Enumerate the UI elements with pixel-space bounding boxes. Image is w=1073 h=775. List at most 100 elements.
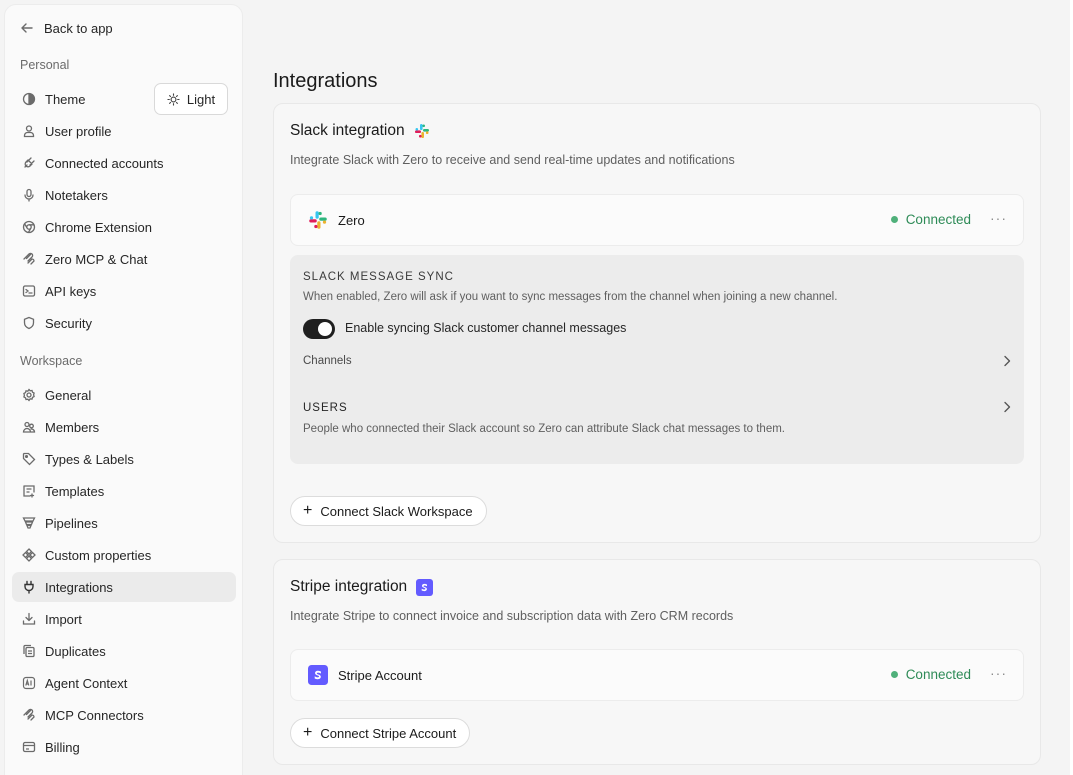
slack-sync-toggle[interactable] bbox=[303, 319, 335, 339]
slack-sync-title: SLACK MESSAGE SYNC bbox=[303, 271, 454, 283]
sidebar-item-label: Types & Labels bbox=[45, 451, 134, 467]
sidebar-item-general[interactable]: General bbox=[12, 380, 236, 410]
users-chevron-right-icon[interactable] bbox=[1002, 401, 1012, 416]
slack-logo-icon bbox=[414, 123, 430, 139]
sidebar-item-label: Billing bbox=[45, 739, 80, 755]
stripe-card-title-text: Stripe integration bbox=[290, 578, 408, 595]
sidebar-item-zero-mcp-chat[interactable]: Zero MCP & Chat bbox=[12, 244, 236, 274]
sidebar-item-api-keys[interactable]: API keys bbox=[12, 276, 236, 306]
channels-row-label: Channels bbox=[303, 355, 352, 367]
sun-icon bbox=[167, 92, 180, 106]
sidebar-item-notetakers[interactable]: Notetakers bbox=[12, 180, 236, 210]
mcp-icon bbox=[21, 252, 36, 267]
connect-stripe-account-button[interactable]: + Connect Stripe Account bbox=[290, 718, 471, 748]
sidebar-item-user-profile[interactable]: User profile bbox=[12, 116, 236, 146]
gear-icon bbox=[21, 388, 36, 403]
sidebar-item-label: API keys bbox=[45, 283, 97, 299]
slack-more-options-icon[interactable]: ··· bbox=[990, 210, 1007, 226]
slack-card-title: Slack integration bbox=[290, 122, 430, 140]
channels-chevron-right-icon[interactable] bbox=[1002, 355, 1012, 370]
sidebar-item-label: Integrations bbox=[45, 579, 113, 595]
status-dot-icon bbox=[890, 216, 898, 223]
plus-icon: + bbox=[303, 502, 313, 519]
billing-icon bbox=[21, 740, 36, 755]
funnel-icon bbox=[21, 516, 36, 531]
sidebar-item-label: Connected accounts bbox=[45, 155, 164, 171]
sidebar-item-label: Duplicates bbox=[45, 643, 106, 659]
stripe-logo-icon bbox=[308, 665, 328, 685]
stripe-status-badge: Connected bbox=[890, 667, 971, 682]
sidebar-item-label: Pipelines bbox=[45, 515, 98, 531]
sidebar-item-custom-properties[interactable]: Custom properties bbox=[12, 540, 236, 570]
sidebar-item-types-labels[interactable]: Types & Labels bbox=[12, 444, 236, 474]
sidebar-item-agent-context[interactable]: Agent Context bbox=[12, 668, 236, 698]
stripe-more-options-icon[interactable]: ··· bbox=[990, 665, 1007, 681]
shield-icon bbox=[21, 316, 36, 331]
mcp-icon bbox=[21, 708, 36, 723]
tag-icon bbox=[21, 452, 36, 467]
copy-icon bbox=[21, 644, 36, 659]
sidebar-item-templates[interactable]: Templates bbox=[12, 476, 236, 506]
stripe-status-text: Connected bbox=[905, 667, 971, 682]
status-dot-icon bbox=[890, 671, 898, 678]
plug-icon bbox=[21, 156, 36, 171]
users-section-description: People who connected their Slack account… bbox=[303, 423, 785, 435]
slack-card-title-text: Slack integration bbox=[290, 122, 405, 139]
page-title: Integrations bbox=[273, 70, 378, 92]
sidebar-item-label: MCP Connectors bbox=[45, 707, 144, 723]
connect-slack-workspace-button[interactable]: + Connect Slack Workspace bbox=[290, 496, 487, 526]
sidebar-item-label: Agent Context bbox=[45, 675, 128, 691]
sidebar-item-label: General bbox=[45, 387, 92, 403]
sidebar-item-mcp-connectors[interactable]: MCP Connectors bbox=[12, 700, 236, 730]
slack-sync-toggle-label: Enable syncing Slack customer channel me… bbox=[345, 321, 627, 335]
sidebar-item-label: Import bbox=[45, 611, 82, 627]
slack-card-description: Integrate Slack with Zero to receive and… bbox=[290, 153, 735, 167]
slack-account-row: Zero Connected ··· bbox=[290, 194, 1024, 246]
sidebar-item-billing[interactable]: Billing bbox=[12, 732, 236, 762]
sidebar-item-label: Custom properties bbox=[45, 547, 152, 563]
stripe-account-name: Stripe Account bbox=[338, 667, 422, 683]
sidebar-item-duplicates[interactable]: Duplicates bbox=[12, 636, 236, 666]
workspace-section-label: Workspace bbox=[20, 354, 83, 368]
sidebar-item-label: Zero MCP & Chat bbox=[45, 251, 148, 267]
user-icon bbox=[21, 124, 36, 139]
slack-sync-description: When enabled, Zero will ask if you want … bbox=[303, 291, 838, 303]
microphone-icon bbox=[21, 188, 36, 203]
template-icon bbox=[21, 484, 36, 499]
theme-select-button[interactable]: Light bbox=[154, 83, 228, 115]
sidebar-item-label: Templates bbox=[45, 483, 105, 499]
stripe-card-title: Stripe integration bbox=[290, 578, 434, 596]
slack-status-badge: Connected bbox=[890, 212, 971, 227]
connect-slack-workspace-label: Connect Slack Workspace bbox=[320, 503, 473, 519]
users-section-title: USERS bbox=[303, 402, 348, 414]
sidebar-item-chrome-extension[interactable]: Chrome Extension bbox=[12, 212, 236, 242]
sidebar-item-integrations[interactable]: Integrations bbox=[12, 572, 236, 602]
sidebar-item-label: Theme bbox=[45, 91, 86, 107]
plus-icon: + bbox=[303, 724, 313, 741]
slack-logo-icon bbox=[308, 210, 328, 230]
sidebar-item-label: Notetakers bbox=[45, 187, 108, 203]
sidebar-item-pipelines[interactable]: Pipelines bbox=[12, 508, 236, 538]
stripe-card-description: Integrate Stripe to connect invoice and … bbox=[290, 609, 734, 623]
theme-icon bbox=[21, 92, 36, 107]
stripe-logo-icon bbox=[416, 578, 434, 596]
sidebar-item-security[interactable]: Security bbox=[12, 308, 236, 338]
members-icon bbox=[21, 420, 36, 435]
back-to-app-label: Back to app bbox=[44, 20, 113, 36]
sidebar-item-connected-accounts[interactable]: Connected accounts bbox=[12, 148, 236, 178]
back-to-app-link[interactable]: Back to app bbox=[20, 18, 113, 38]
slack-message-sync-panel: SLACK MESSAGE SYNC When enabled, Zero wi… bbox=[290, 255, 1024, 464]
slack-account-name: Zero bbox=[338, 212, 365, 228]
terminal-icon bbox=[21, 284, 36, 299]
sidebar-item-import[interactable]: Import bbox=[12, 604, 236, 634]
slack-integration-card: Slack integration Integrate Slack with Z… bbox=[273, 103, 1041, 543]
stripe-account-row: Stripe Account Connected ··· bbox=[290, 649, 1024, 701]
stripe-integration-card: Stripe integration Integrate Stripe to c… bbox=[273, 559, 1041, 765]
sidebar-item-members[interactable]: Members bbox=[12, 412, 236, 442]
ai-icon bbox=[21, 676, 36, 691]
slack-status-text: Connected bbox=[905, 212, 971, 227]
plug-icon bbox=[21, 580, 36, 595]
personal-section-label: Personal bbox=[20, 58, 70, 72]
sidebar-item-label: Chrome Extension bbox=[45, 219, 152, 235]
sidebar-item-label: User profile bbox=[45, 123, 112, 139]
